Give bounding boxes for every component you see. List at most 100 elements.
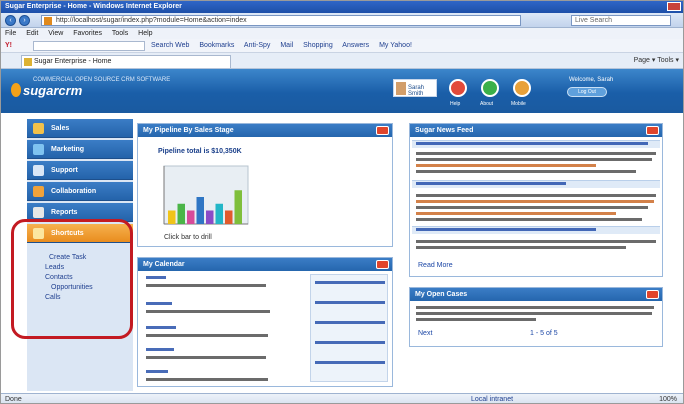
calendar-entry-text: [146, 284, 266, 287]
calendar-entry-text: [146, 378, 268, 381]
dashlet-title: Sugar News Feed: [415, 127, 474, 134]
news-headline[interactable]: [416, 182, 566, 185]
chart-bar-3[interactable]: [187, 210, 195, 225]
cases-dashlet: My Open Cases Next 1 - 5 of 5: [409, 287, 663, 347]
browser-window: Sugar Enterprise - Home - Windows Intern…: [0, 0, 684, 404]
read-more-link[interactable]: Read More: [418, 262, 453, 269]
calendar-entry-link[interactable]: [146, 276, 166, 279]
dashlet-title: My Calendar: [143, 261, 185, 268]
case-text: [416, 318, 536, 321]
toolbar-link[interactable]: Bookmarks: [199, 42, 234, 49]
window-title: Sugar Enterprise - Home - Windows Intern…: [5, 3, 182, 10]
toolbar-links: Search Web Bookmarks Anti-Spy Mail Shopp…: [151, 39, 420, 53]
menu-view[interactable]: View: [48, 30, 63, 37]
back-button-icon[interactable]: ‹: [5, 15, 16, 26]
dashlet-title: My Open Cases: [415, 291, 468, 298]
logo-text: sugarcrm: [23, 83, 83, 98]
support-icon: [33, 165, 44, 176]
chart-bar-8[interactable]: [234, 190, 243, 224]
chart-bar-4[interactable]: [196, 197, 205, 224]
address-bar[interactable]: http://localhost/sugar/index.php?module=…: [41, 15, 521, 26]
user-avatar: [396, 82, 406, 95]
toolbar-link[interactable]: My Yahoo!: [379, 42, 412, 49]
zoom-level[interactable]: 100%: [659, 394, 677, 403]
browser-search-input[interactable]: Live Search: [571, 15, 671, 26]
tab-title: Sugar Enterprise - Home: [34, 58, 112, 65]
toolbar-link[interactable]: Mail: [280, 42, 293, 49]
news-text: [416, 164, 596, 167]
pipeline-chart[interactable]: [146, 162, 256, 232]
chart-bar-5[interactable]: [206, 210, 214, 225]
dashlet-close-icon[interactable]: [646, 126, 659, 135]
dashlet-close-icon[interactable]: [646, 290, 659, 299]
cases-pagination: 1 - 5 of 5: [530, 330, 558, 337]
chart-bar-7[interactable]: [225, 210, 233, 225]
highlight-annotation: [11, 219, 133, 339]
about-icon[interactable]: [481, 79, 499, 97]
menu-tools[interactable]: Tools: [112, 30, 128, 37]
help-label: Help: [450, 101, 461, 107]
calendar-entry-link[interactable]: [146, 326, 176, 329]
sidebar-item-collaboration[interactable]: Collaboration: [27, 182, 133, 201]
news-text: [416, 152, 656, 155]
collaboration-icon: [33, 186, 44, 197]
menu-favorites[interactable]: Favorites: [73, 30, 102, 37]
calendar-week: [315, 361, 385, 364]
mobile-icon[interactable]: [513, 79, 531, 97]
app-header: COMMERCIAL OPEN SOURCE CRM SOFTWARE suga…: [1, 69, 683, 113]
sidebar-item-sales[interactable]: Sales: [27, 119, 133, 138]
sidebar-item-marketing[interactable]: Marketing: [27, 140, 133, 159]
dashlet-header: My Open Cases: [410, 288, 662, 301]
chart-caption: Pipeline total is $10,350K: [158, 148, 242, 155]
calendar-week: [315, 301, 385, 304]
menu-help[interactable]: Help: [138, 30, 152, 37]
search-placeholder: Live Search: [575, 17, 612, 24]
navigation-bar: ‹ › http://localhost/sugar/index.php?mod…: [1, 13, 683, 28]
calendar-entry-text: [146, 334, 268, 337]
case-text: [416, 306, 654, 309]
help-icon[interactable]: [449, 79, 467, 97]
news-headline[interactable]: [416, 142, 648, 145]
user-card[interactable]: Sarah Smith: [393, 79, 437, 97]
menu-file[interactable]: File: [5, 30, 16, 37]
toolbar-link[interactable]: Search Web: [151, 42, 189, 49]
window-title-bar: Sugar Enterprise - Home - Windows Intern…: [1, 1, 683, 13]
browser-tab[interactable]: Sugar Enterprise - Home: [21, 55, 231, 68]
chart-bar-6[interactable]: [215, 203, 224, 224]
forward-button-icon[interactable]: ›: [19, 15, 30, 26]
logo-swirl-icon: [11, 83, 21, 97]
security-zone: Local intranet: [471, 396, 514, 403]
cases-next-link[interactable]: Next: [418, 330, 432, 337]
calendar-entry-link[interactable]: [146, 302, 172, 305]
mobile-label: Mobile: [511, 101, 526, 107]
menu-edit[interactable]: Edit: [26, 30, 38, 37]
favorites-star-icon[interactable]: [24, 58, 32, 66]
chart-bar-1[interactable]: [168, 210, 176, 225]
status-text: Done: [5, 396, 22, 403]
chart-note: Click bar to drill: [164, 234, 212, 241]
sales-icon: [33, 123, 44, 134]
app-logo[interactable]: sugarcrm: [11, 83, 82, 98]
toolbar-search-input[interactable]: [33, 41, 145, 51]
news-text: [416, 200, 654, 203]
dashlet-close-icon[interactable]: [376, 126, 389, 135]
calendar-entry-link[interactable]: [146, 370, 168, 373]
dashlet-close-icon[interactable]: [376, 260, 389, 269]
sidebar-item-support[interactable]: Support: [27, 161, 133, 180]
sidebar-item-label: Support: [51, 167, 78, 174]
close-window-icon[interactable]: [667, 2, 681, 11]
chart-bar-2[interactable]: [177, 203, 186, 224]
calendar-entry-link[interactable]: [146, 348, 174, 351]
dashlet-header: My Pipeline By Sales Stage: [138, 124, 392, 137]
page-tools[interactable]: Page ▾ Tools ▾: [634, 55, 679, 67]
mini-calendar[interactable]: [310, 274, 388, 382]
toolbar-link[interactable]: Anti-Spy: [244, 42, 270, 49]
toolbar-link[interactable]: Answers: [342, 42, 369, 49]
reports-icon: [33, 207, 44, 218]
menu-bar: File Edit View Favorites Tools Help: [1, 28, 683, 39]
dashlet-header: Sugar News Feed: [410, 124, 662, 137]
toolbar-link[interactable]: Shopping: [303, 42, 333, 49]
news-headline[interactable]: [416, 228, 596, 231]
sidebar-item-label: Collaboration: [51, 188, 97, 195]
logout-button[interactable]: Log Out: [567, 87, 607, 97]
